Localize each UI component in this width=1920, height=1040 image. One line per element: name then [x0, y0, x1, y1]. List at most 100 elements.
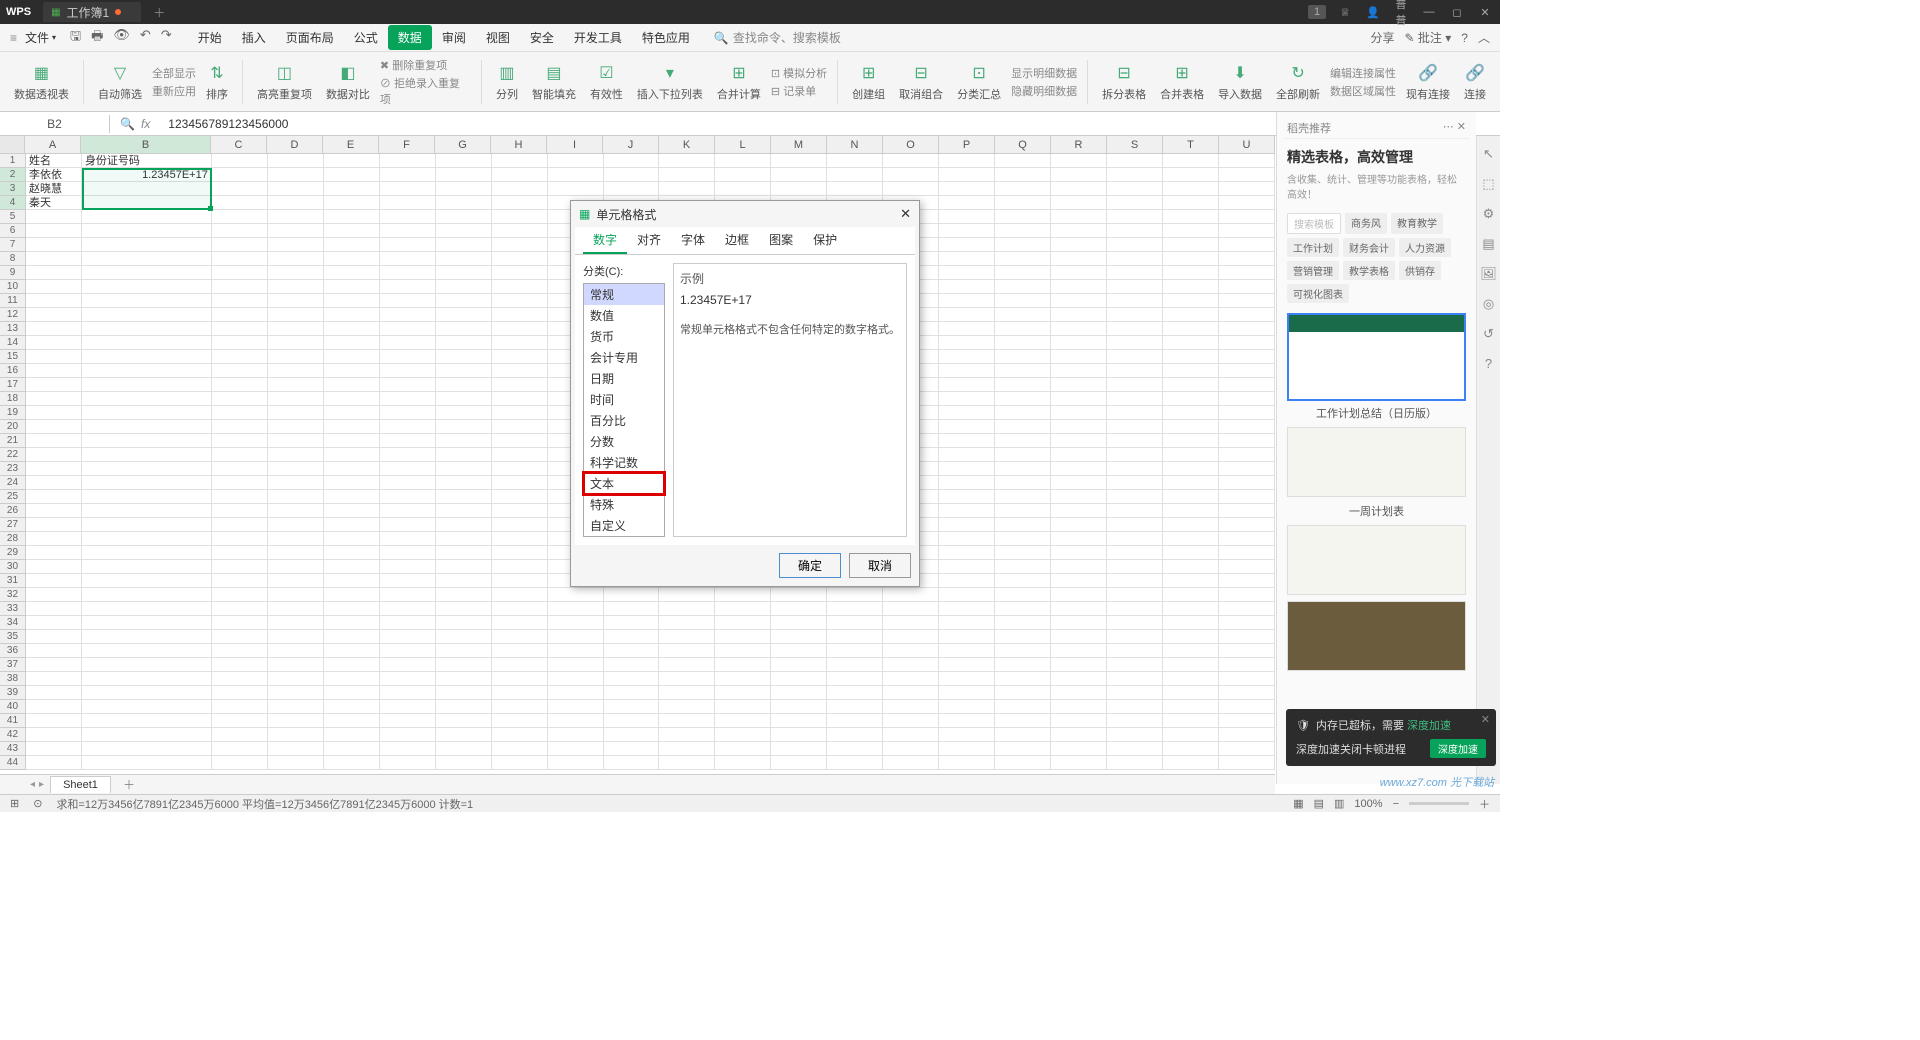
category-list[interactable]: 常规数值货币会计专用日期时间百分比分数科学记数文本特殊自定义: [583, 283, 665, 537]
cell[interactable]: [659, 630, 715, 644]
cell[interactable]: [883, 154, 939, 168]
cell[interactable]: [715, 182, 771, 196]
cell[interactable]: [212, 448, 268, 462]
cell[interactable]: [324, 196, 380, 210]
cell[interactable]: [268, 266, 324, 280]
cell[interactable]: [492, 168, 548, 182]
cell[interactable]: [82, 434, 212, 448]
cell[interactable]: [436, 462, 492, 476]
cell[interactable]: [771, 630, 827, 644]
cell[interactable]: [1107, 574, 1163, 588]
ribbon-tab-5[interactable]: 审阅: [432, 25, 476, 50]
cell[interactable]: [1163, 532, 1219, 546]
cell[interactable]: [212, 490, 268, 504]
cell[interactable]: [436, 700, 492, 714]
cell[interactable]: [995, 644, 1051, 658]
cell[interactable]: [995, 238, 1051, 252]
cell[interactable]: [939, 672, 995, 686]
cell[interactable]: [715, 672, 771, 686]
cell[interactable]: [1107, 476, 1163, 490]
cell[interactable]: [212, 574, 268, 588]
cell[interactable]: [1219, 364, 1275, 378]
cell[interactable]: [82, 602, 212, 616]
cell[interactable]: [82, 224, 212, 238]
cell[interactable]: [492, 672, 548, 686]
row-header[interactable]: 9: [0, 266, 26, 280]
cell[interactable]: [1219, 434, 1275, 448]
cell[interactable]: [26, 630, 82, 644]
cell[interactable]: [771, 742, 827, 756]
cell[interactable]: [212, 462, 268, 476]
ribbon-tab-7[interactable]: 安全: [520, 25, 564, 50]
cell[interactable]: [659, 686, 715, 700]
cell[interactable]: [939, 308, 995, 322]
cell[interactable]: [324, 504, 380, 518]
row-header[interactable]: 15: [0, 350, 26, 364]
cell[interactable]: [1163, 210, 1219, 224]
cell[interactable]: [380, 406, 436, 420]
cell[interactable]: [995, 560, 1051, 574]
row-header[interactable]: 22: [0, 448, 26, 462]
ribbon-tab-9[interactable]: 特色应用: [632, 25, 700, 50]
cell[interactable]: [324, 336, 380, 350]
cell[interactable]: [1219, 266, 1275, 280]
command-search[interactable]: 🔍 查找命令、搜索模板: [714, 29, 841, 46]
cell[interactable]: [659, 644, 715, 658]
cell[interactable]: [939, 546, 995, 560]
cell[interactable]: [268, 686, 324, 700]
cell[interactable]: [268, 700, 324, 714]
column-header[interactable]: H: [491, 136, 547, 153]
cell[interactable]: [995, 700, 1051, 714]
cell[interactable]: [995, 672, 1051, 686]
settings-icon[interactable]: ⚙: [1483, 206, 1495, 222]
cell[interactable]: [1219, 672, 1275, 686]
cell[interactable]: [26, 280, 82, 294]
cell[interactable]: [939, 490, 995, 504]
minimize-button[interactable]: —: [1420, 6, 1438, 18]
cell[interactable]: [995, 574, 1051, 588]
cell[interactable]: [1219, 546, 1275, 560]
cell[interactable]: [436, 350, 492, 364]
user-avatar-icon[interactable]: 👤: [1364, 6, 1382, 19]
cell[interactable]: [604, 154, 660, 168]
cell[interactable]: [26, 476, 82, 490]
cell[interactable]: [604, 672, 660, 686]
cell[interactable]: [771, 658, 827, 672]
cell[interactable]: [1107, 238, 1163, 252]
cell[interactable]: [268, 420, 324, 434]
validation-button[interactable]: ☑有效性: [586, 62, 627, 102]
row-header[interactable]: 38: [0, 672, 26, 686]
cell[interactable]: [1107, 756, 1163, 770]
cell[interactable]: [939, 224, 995, 238]
cell[interactable]: [827, 686, 883, 700]
row-header[interactable]: 24: [0, 476, 26, 490]
cell[interactable]: [1107, 406, 1163, 420]
cell[interactable]: [436, 490, 492, 504]
cell[interactable]: [1107, 154, 1163, 168]
cell[interactable]: [939, 630, 995, 644]
cell[interactable]: [268, 672, 324, 686]
cell[interactable]: [82, 350, 212, 364]
cell[interactable]: [268, 196, 324, 210]
cell[interactable]: [883, 672, 939, 686]
column-header[interactable]: K: [659, 136, 715, 153]
notification-badge[interactable]: 1: [1308, 5, 1326, 19]
cell[interactable]: [324, 714, 380, 728]
cell[interactable]: [1107, 504, 1163, 518]
cell[interactable]: [939, 252, 995, 266]
cell[interactable]: [1163, 420, 1219, 434]
cell[interactable]: [995, 588, 1051, 602]
cell[interactable]: [492, 574, 548, 588]
cell[interactable]: [1219, 154, 1275, 168]
cell[interactable]: [380, 742, 436, 756]
cancel-button[interactable]: 取消: [849, 553, 911, 578]
pointer-icon[interactable]: ↖: [1483, 146, 1494, 162]
cell[interactable]: [883, 182, 939, 196]
cell[interactable]: [82, 714, 212, 728]
cell[interactable]: [492, 420, 548, 434]
cell[interactable]: [1219, 644, 1275, 658]
cell[interactable]: [883, 714, 939, 728]
cell[interactable]: [1107, 728, 1163, 742]
cell[interactable]: [212, 154, 268, 168]
cell[interactable]: [1051, 574, 1107, 588]
